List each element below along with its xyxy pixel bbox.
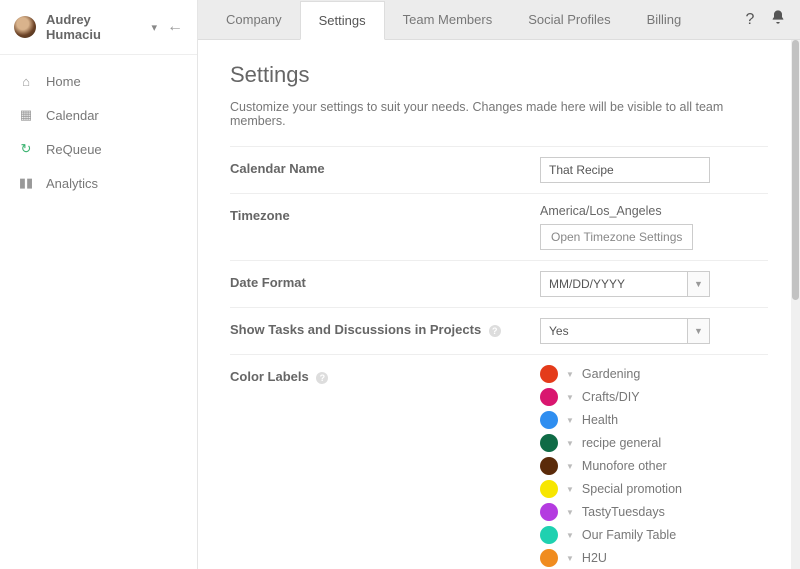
label-date-format: Date Format <box>230 271 540 290</box>
chevron-down-icon[interactable]: ▼ <box>566 393 574 402</box>
chevron-down-icon[interactable]: ▼ <box>566 508 574 517</box>
help-icon[interactable]: ? <box>489 325 501 337</box>
color-label-row[interactable]: ▼ Crafts/DIY <box>540 388 725 406</box>
color-label-name: TastyTuesdays <box>582 505 665 519</box>
color-swatch[interactable] <box>540 480 558 498</box>
timezone-value: America/Los_Angeles <box>540 204 662 218</box>
sidebar-item-label: ReQueue <box>46 142 102 157</box>
color-swatch[interactable] <box>540 549 558 567</box>
show-tasks-select[interactable]: Yes ▼ <box>540 318 710 344</box>
user-menu[interactable]: Audrey Humaciu ▾ ← <box>0 0 197 55</box>
color-swatch[interactable] <box>540 365 558 383</box>
color-label-row[interactable]: ▼ Our Family Table <box>540 526 725 544</box>
sidebar-nav: ⌂ Home ▦ Calendar ↻ ReQueue ▮▮ Analytics <box>0 55 197 210</box>
color-swatch[interactable] <box>540 457 558 475</box>
color-label-name: Our Family Table <box>582 528 676 542</box>
date-format-select[interactable]: MM/DD/YYYY ▼ <box>540 271 710 297</box>
sidebar-item-calendar[interactable]: ▦ Calendar <box>0 98 197 132</box>
row-show-tasks: Show Tasks and Discussions in Projects ?… <box>230 307 768 354</box>
sidebar-item-requeue[interactable]: ↻ ReQueue <box>0 132 197 166</box>
chevron-down-icon[interactable]: ▼ <box>566 531 574 540</box>
page-title: Settings <box>230 62 768 88</box>
home-icon: ⌂ <box>18 74 34 89</box>
requeue-icon: ↻ <box>18 141 34 157</box>
user-name: Audrey Humaciu <box>46 12 141 42</box>
tab-team-members[interactable]: Team Members <box>385 0 511 39</box>
color-swatch[interactable] <box>540 388 558 406</box>
color-label-name: Special promotion <box>582 482 682 496</box>
avatar <box>14 16 36 38</box>
calendar-name-input[interactable] <box>540 157 710 183</box>
help-icon[interactable]: ? <box>316 372 328 384</box>
chevron-down-icon[interactable]: ▼ <box>566 416 574 425</box>
row-color-labels: Color Labels ? ▼ Gardening ▼ Crafts/DIY ▼ Hea… <box>230 354 768 569</box>
chevron-down-icon[interactable]: ▼ <box>566 439 574 448</box>
bell-icon[interactable] <box>764 9 792 30</box>
color-swatch[interactable] <box>540 434 558 452</box>
color-label-name: Health <box>582 413 618 427</box>
color-label-row[interactable]: ▼ Special promotion <box>540 480 725 498</box>
color-swatch[interactable] <box>540 411 558 429</box>
back-arrow-icon[interactable]: ← <box>167 18 183 36</box>
chevron-down-icon: ▾ <box>151 21 157 34</box>
row-calendar-name: Calendar Name <box>230 146 768 193</box>
row-date-format: Date Format MM/DD/YYYY ▼ <box>230 260 768 307</box>
color-label-name: H2U <box>582 551 607 565</box>
tabbar: Company Settings Team Members Social Pro… <box>198 0 800 40</box>
sidebar-item-label: Analytics <box>46 176 98 191</box>
color-label-name: Munofore other <box>582 459 667 473</box>
color-label-row[interactable]: ▼ H2U <box>540 549 725 567</box>
tab-settings[interactable]: Settings <box>300 1 385 40</box>
label-color-labels: Color Labels ? <box>230 365 540 384</box>
main: Company Settings Team Members Social Pro… <box>198 0 800 569</box>
chevron-down-icon[interactable]: ▼ <box>566 485 574 494</box>
sidebar-item-label: Calendar <box>46 108 99 123</box>
sidebar-item-analytics[interactable]: ▮▮ Analytics <box>0 166 197 200</box>
tab-company[interactable]: Company <box>208 0 300 39</box>
row-timezone: Timezone America/Los_Angeles Open Timezo… <box>230 193 768 260</box>
color-label-name: recipe general <box>582 436 661 450</box>
color-label-row[interactable]: ▼ recipe general <box>540 434 725 452</box>
sidebar: Audrey Humaciu ▾ ← ⌂ Home ▦ Calendar ↻ R… <box>0 0 198 569</box>
chevron-down-icon[interactable]: ▼ <box>566 370 574 379</box>
chevron-down-icon: ▼ <box>688 271 710 297</box>
chevron-down-icon[interactable]: ▼ <box>566 554 574 563</box>
content: Settings Customize your settings to suit… <box>198 40 800 569</box>
tab-social-profiles[interactable]: Social Profiles <box>510 0 628 39</box>
color-label-row[interactable]: ▼ Gardening <box>540 365 725 383</box>
page-subtitle: Customize your settings to suit your nee… <box>230 100 768 128</box>
color-swatch[interactable] <box>540 526 558 544</box>
label-show-tasks: Show Tasks and Discussions in Projects ? <box>230 318 540 337</box>
color-swatch[interactable] <box>540 503 558 521</box>
tab-billing[interactable]: Billing <box>629 0 700 39</box>
color-label-row[interactable]: ▼ TastyTuesdays <box>540 503 725 521</box>
chevron-down-icon: ▼ <box>688 318 710 344</box>
calendar-icon: ▦ <box>18 107 34 123</box>
color-label-name: Crafts/DIY <box>582 390 640 404</box>
label-calendar-name: Calendar Name <box>230 157 540 176</box>
scrollbar[interactable] <box>791 40 800 569</box>
help-icon[interactable]: ? <box>736 11 764 29</box>
label-timezone: Timezone <box>230 204 540 223</box>
analytics-icon: ▮▮ <box>18 175 34 191</box>
color-label-name: Gardening <box>582 367 640 381</box>
color-labels-list: ▼ Gardening ▼ Crafts/DIY ▼ Health ▼ recipe gene… <box>540 365 725 569</box>
scrollbar-thumb[interactable] <box>792 40 799 300</box>
sidebar-item-label: Home <box>46 74 81 89</box>
sidebar-item-home[interactable]: ⌂ Home <box>0 65 197 98</box>
open-timezone-button[interactable]: Open Timezone Settings <box>540 224 693 250</box>
color-label-row[interactable]: ▼ Munofore other <box>540 457 725 475</box>
chevron-down-icon[interactable]: ▼ <box>566 462 574 471</box>
color-label-row[interactable]: ▼ Health <box>540 411 725 429</box>
